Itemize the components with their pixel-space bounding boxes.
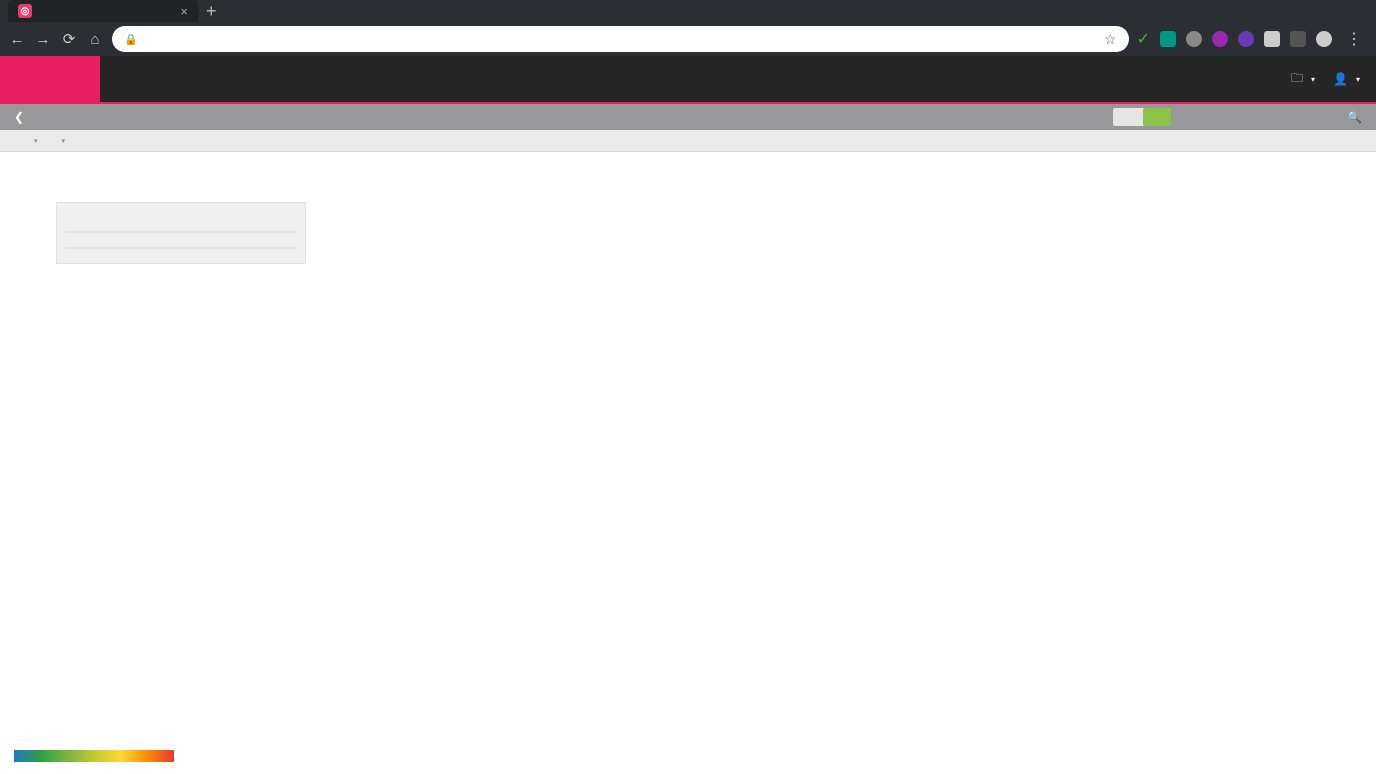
tab-close-icon[interactable]: × [180,4,188,19]
favicon-icon: ◎ [18,4,32,18]
search-icon[interactable]: 🔍 [1347,110,1376,124]
address-bar[interactable]: 🔒 ☆ [112,26,1129,52]
bookmark-star-icon[interactable]: ☆ [1104,31,1117,48]
chevron-down-icon: ▾ [62,137,66,145]
ext-icon[interactable] [1290,31,1306,47]
extension-icons: ✓ [1137,29,1332,49]
toggle-on-label [1143,108,1171,126]
cpu-dropdown[interactable]: ▾ [24,137,52,145]
legend-gradient [14,750,174,762]
new-tab-button[interactable]: + [198,0,225,22]
back-to-views[interactable]: ❮ [0,110,38,124]
ext-icon[interactable] [1160,31,1176,47]
user-icon: 👤 [1333,72,1348,86]
nav-home-icon[interactable]: ⌂ [86,31,104,48]
history-dropdown[interactable]: ▾ [52,137,80,145]
auto-update-toggle[interactable] [1113,108,1171,126]
ext-icon[interactable] [1238,31,1254,47]
legend [14,748,184,770]
sub-toolbar: ▾ ▾ [0,130,1376,152]
chevron-left-icon: ❮ [14,110,24,124]
chevron-down-icon: ▾ [1311,75,1315,84]
app-logo[interactable] [0,56,100,102]
user-menu[interactable]: 👤 ▾ [1333,72,1360,86]
chevron-down-icon: ▾ [34,137,38,145]
available-label [65,239,297,247]
active-label [65,223,297,231]
ext-icon[interactable] [1264,31,1280,47]
browser-tab[interactable]: ◎ × [8,0,198,22]
ext-icon[interactable] [1186,31,1202,47]
nav-reload-icon[interactable]: ⟳ [60,30,78,48]
folder-icon: 🗀 [1291,69,1303,90]
groupings-panel [56,202,306,264]
toolbar: ❮ 🔍 [0,104,1376,130]
ext-icon[interactable] [1212,31,1228,47]
chevron-down-icon: ▾ [1356,75,1360,84]
nav-back-icon[interactable]: ← [8,31,26,48]
lock-icon: 🔒 [124,33,138,46]
groupings-title [65,211,297,223]
nav-fwd-icon[interactable]: → [34,31,52,48]
sunburst-chart[interactable] [310,152,1070,774]
project-menu[interactable]: 🗀 ▾ [1291,69,1315,90]
browser-menu-icon[interactable]: ⋮ [1340,29,1368,49]
avatar-icon[interactable] [1316,31,1332,47]
ext-icon[interactable]: ✓ [1137,29,1150,49]
